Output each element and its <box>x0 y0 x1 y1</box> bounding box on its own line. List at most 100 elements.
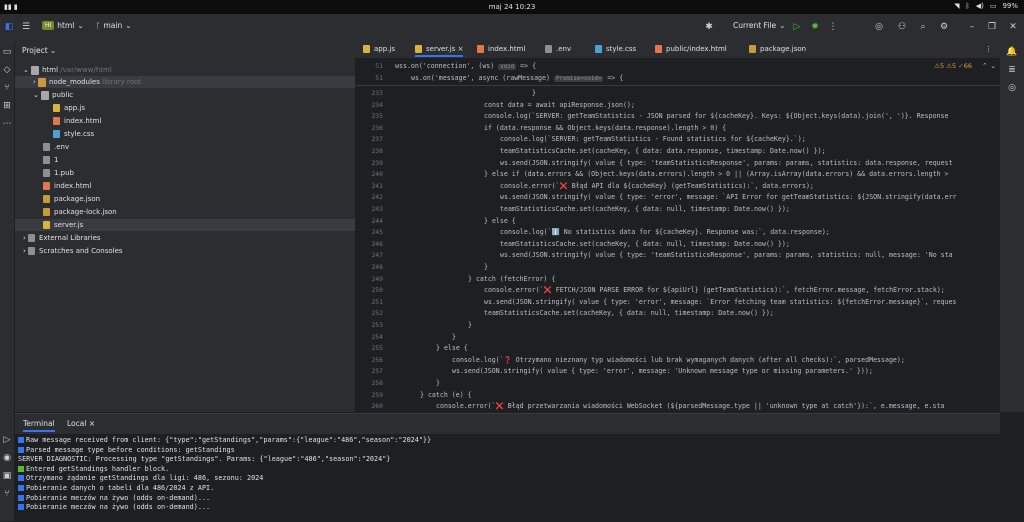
code-line[interactable]: } <box>532 87 536 99</box>
tree-file-1[interactable]: 1 <box>43 154 58 166</box>
json-file-icon <box>43 208 50 216</box>
code-line[interactable]: console.log(`❓ Otrzymano nieznany typ wi… <box>452 354 905 366</box>
git-icon[interactable]: ⑂ <box>1 488 13 500</box>
volume-icon[interactable]: ◀) <box>976 2 984 10</box>
restore-icon[interactable]: ❐ <box>985 20 999 34</box>
code-line[interactable]: teamStatisticsCache.set(cacheKey, { data… <box>500 238 790 250</box>
tree-file-1-pub[interactable]: 1.pub <box>43 167 74 179</box>
inspection-widget[interactable]: ⚠5 ⚠5 ✓66 <box>934 62 972 70</box>
line-number: 256 <box>371 355 383 364</box>
notifications-icon[interactable]: 🔔 <box>1006 46 1018 58</box>
tree-file-style-css[interactable]: style.css <box>53 128 94 140</box>
gear-icon[interactable]: ⚙ <box>937 20 951 34</box>
project-selector[interactable]: HI html ⌄ <box>42 21 84 30</box>
close-tab-icon[interactable]: × <box>458 45 464 53</box>
sticky-line-2[interactable]: ws.on('message', async (rawMessage) Prom… <box>411 72 623 84</box>
line-number: 237 <box>371 135 383 144</box>
tab-actions-menu[interactable]: ⋮ <box>985 45 992 53</box>
code-line[interactable]: console.error(`❌ Błąd przetwarzania wiad… <box>436 400 944 412</box>
add-user-icon[interactable]: ⚇ <box>895 20 909 34</box>
tab-server-js[interactable]: server.js × <box>415 45 464 57</box>
tree-file-app-js[interactable]: app.js <box>53 102 85 114</box>
tab-env[interactable]: .env <box>545 45 571 53</box>
tree-file-package-lock-json[interactable]: package-lock.json <box>43 206 117 218</box>
folder-icon <box>41 90 50 100</box>
more-icon[interactable]: ⋮ <box>826 20 840 34</box>
tab-app-js[interactable]: app.js <box>363 45 395 53</box>
system-clock[interactable]: maj 24 10:23 <box>0 3 1024 11</box>
code-line[interactable]: const data = await apiResponse.json(); <box>484 99 635 111</box>
code-line[interactable]: } <box>468 319 472 331</box>
code-line[interactable]: ws.send(JSON.stringify( value { type: 't… <box>500 249 953 261</box>
debug-icon[interactable]: ✹ <box>808 20 822 34</box>
tree-scratches[interactable]: › Scratches and Consoles <box>23 245 123 257</box>
more-icon[interactable]: ⋯ <box>1 118 13 130</box>
code-line[interactable]: } <box>484 261 488 273</box>
search-icon[interactable]: ⌕ <box>916 20 930 34</box>
code-editor[interactable]: } const data = await apiResponse.json(); c… <box>388 86 998 412</box>
code-line[interactable]: teamStatisticsCache.set(cacheKey, { data… <box>500 145 826 157</box>
commit-icon[interactable]: ◇ <box>1 64 13 76</box>
debug-bug-icon[interactable]: ✱ <box>702 20 716 34</box>
code-line[interactable]: teamStatisticsCache.set(cacheKey, { data… <box>484 307 774 319</box>
tab-index-html[interactable]: index.html <box>477 45 525 53</box>
code-line[interactable]: } else { <box>484 215 516 227</box>
chevron-up-down-icon[interactable]: ⌃ ⌄ <box>982 62 996 70</box>
code-line[interactable]: ws.send(JSON.stringify( value { type: 'e… <box>500 191 957 203</box>
tree-external-libraries[interactable]: › External Libraries <box>23 232 101 244</box>
problems-icon[interactable]: ◉ <box>1 452 13 464</box>
minimize-icon[interactable]: – <box>965 20 979 34</box>
code-line[interactable]: console.log(`SERVER: getTeamStatistics -… <box>500 133 806 145</box>
structure-icon[interactable]: ⊞ <box>1 100 13 112</box>
code-line[interactable]: } <box>436 377 440 389</box>
code-line[interactable]: ws.send(JSON.stringify( value { type: 'e… <box>452 365 873 377</box>
tree-root-folder[interactable]: ⌄ html /var/www/html <box>23 64 112 76</box>
code-line[interactable]: teamStatisticsCache.set(cacheKey, { data… <box>500 203 790 215</box>
tab-local[interactable]: Local × <box>67 419 95 428</box>
tree-public-folder[interactable]: ⌄ public <box>33 89 73 101</box>
tree-file-root-index-html[interactable]: index.html <box>43 180 91 192</box>
code-line[interactable]: console.error(`❌ Błąd API dla ${cacheKey… <box>500 180 814 192</box>
tab-style-css[interactable]: style.css <box>595 45 636 53</box>
tree-file-server-js[interactable]: server.js <box>15 219 355 231</box>
run-config-selector[interactable]: Current File ⌄ <box>733 21 785 30</box>
code-line[interactable]: } else { <box>436 342 468 354</box>
run-icon[interactable]: ▷ <box>790 20 804 34</box>
terminal-icon[interactable]: ▣ <box>1 470 13 482</box>
code-line[interactable]: console.log(`SERVER: getTeamStatistics -… <box>484 110 948 122</box>
services-icon[interactable]: ▷ <box>1 434 13 446</box>
sticky-line-1[interactable]: wss.on('connection', (ws) void => { <box>395 60 536 72</box>
code-line[interactable]: console.log(`ℹ️ No statistics data for $… <box>500 226 830 238</box>
branch-name: main <box>103 21 123 30</box>
close-icon[interactable]: ✕ <box>1006 20 1020 34</box>
main-menu-icon[interactable]: ☰ <box>19 20 33 34</box>
battery-icon[interactable]: ▭ <box>990 2 997 10</box>
tab-terminal[interactable]: Terminal <box>23 419 55 432</box>
code-line[interactable]: ws.send(JSON.stringify( value { type: 't… <box>500 157 953 169</box>
tree-file-env[interactable]: .env <box>43 141 69 153</box>
tab-public-index-html[interactable]: public/index.html <box>655 45 727 53</box>
terminal-line-text: Pobieranie danych o tabeli dla 486/2024 … <box>26 484 215 492</box>
line-number: 248 <box>371 263 383 271</box>
database-icon[interactable]: ≣ <box>1006 64 1018 76</box>
tree-node-modules[interactable]: › node_modules library root <box>15 76 355 88</box>
code-line[interactable]: } catch (fetchError) { <box>468 273 555 285</box>
bluetooth-icon[interactable]: ᛒ <box>965 2 969 10</box>
pull-request-icon[interactable]: ⑂ <box>1 82 13 94</box>
tree-file-package-json[interactable]: package.json <box>43 193 100 205</box>
tab-package-json[interactable]: package.json <box>749 45 806 53</box>
code-line[interactable]: if (data.response && Object.keys(data.re… <box>484 122 726 134</box>
code-line[interactable]: ws.send(JSON.stringify( value { type: 'e… <box>484 296 956 308</box>
folder-icon[interactable]: ▭ <box>1 46 13 58</box>
tree-file-index-html[interactable]: index.html <box>53 115 101 127</box>
code-line[interactable]: } catch (e) { <box>420 389 472 401</box>
branch-selector[interactable]: ᚴ main ⌄ <box>96 21 132 30</box>
ai-icon[interactable]: ◎ <box>1006 82 1018 94</box>
ai-assistant-icon[interactable]: ◎ <box>872 20 886 34</box>
chevron-down-icon: ⌄ <box>77 21 84 30</box>
code-line[interactable]: console.error(`❌ FETCH/JSON PARSE ERROR … <box>484 284 945 296</box>
code-line[interactable]: } else if (data.errors && (Object.keys(d… <box>484 168 948 180</box>
code-line[interactable]: } <box>452 331 456 343</box>
project-header[interactable]: Project ⌄ <box>22 46 56 55</box>
wifi-icon[interactable]: ◥ <box>954 2 959 10</box>
